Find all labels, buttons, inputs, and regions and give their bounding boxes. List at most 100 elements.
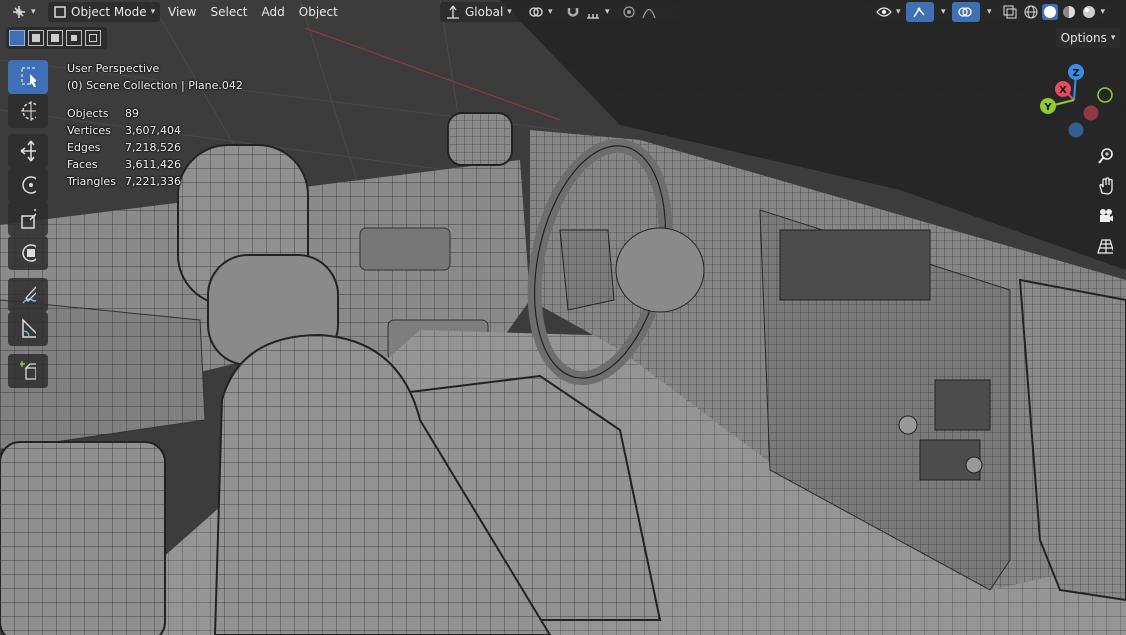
gizmo-toggle-group[interactable]: ▾ (906, 2, 956, 22)
select-invert-icon[interactable] (66, 30, 82, 46)
eye-icon (876, 4, 892, 20)
orientation-icon (445, 4, 461, 20)
chevron-down-icon: ▾ (896, 7, 901, 17)
zoom-magnifier-icon (1097, 148, 1113, 164)
negative-z-axis-handle[interactable] (1068, 122, 1084, 138)
stat-value: 7,221,336 (125, 175, 181, 188)
options-label: Options (1060, 31, 1107, 45)
measure-ruler-icon (20, 318, 36, 338)
viewport-header: ▾ Object Mode ▾ View Select Add Object G… (0, 0, 1126, 24)
pan-button[interactable] (1092, 173, 1118, 199)
transform-tool[interactable] (8, 236, 48, 270)
chevron-down-icon: ▾ (941, 7, 946, 17)
wireframe-shading-icon[interactable] (1023, 4, 1038, 20)
chevron-down-icon: ▾ (507, 7, 512, 17)
stat-row: Edges 7,218,526 (67, 139, 181, 156)
proportional-editing-group[interactable] (616, 2, 674, 22)
chevron-down-icon: ▾ (987, 7, 992, 17)
chevron-down-icon: ▾ (605, 7, 610, 17)
zoom-button[interactable] (1092, 143, 1118, 169)
cursor-icon (20, 101, 36, 121)
select-extend-icon[interactable] (28, 30, 44, 46)
gizmo-toggle-button[interactable] (906, 2, 934, 22)
x-axis-label: X (1059, 85, 1067, 96)
visibility-dropdown[interactable]: ▾ (871, 2, 907, 22)
stat-row: Vertices 3,607,404 (67, 122, 181, 139)
select-box-tool[interactable] (8, 60, 48, 94)
stat-label: Faces (67, 158, 98, 171)
annotate-pencil-icon (20, 286, 36, 304)
add-cube-icon (20, 361, 36, 380)
camera-view-button[interactable] (1092, 203, 1118, 229)
snapping-group[interactable]: ▾ (560, 2, 622, 22)
chevron-down-icon: ▾ (150, 7, 156, 17)
overlay-toggle-button[interactable] (952, 2, 980, 22)
chevron-down-icon: ▾ (1110, 33, 1116, 43)
select-new-icon[interactable] (9, 30, 25, 46)
xray-toggle[interactable] (998, 2, 1022, 22)
negative-x-axis-handle[interactable] (1083, 105, 1099, 121)
pivot-point-dropdown[interactable]: ▾ (523, 2, 565, 22)
stat-value: 3,607,404 (125, 124, 181, 137)
transform-icon (20, 244, 36, 262)
cursor-tool[interactable] (8, 94, 48, 128)
3d-viewport-icon (11, 4, 27, 20)
scale-tool[interactable] (8, 202, 48, 236)
x-axis-handle[interactable]: X (1055, 81, 1071, 97)
y-axis-handle[interactable]: Y (1040, 98, 1056, 114)
stat-value: 7,218,526 (125, 141, 181, 154)
xray-icon (1003, 4, 1017, 20)
stat-label: Objects (67, 107, 109, 120)
menu-add[interactable]: Add (255, 2, 292, 22)
measure-tool[interactable] (8, 312, 48, 346)
camera-icon (1097, 208, 1113, 224)
transform-orientation-dropdown[interactable]: Global ▾ (440, 2, 526, 22)
snap-increment-icon[interactable] (585, 4, 601, 20)
mode-selector[interactable]: Object Mode ▾ (48, 2, 160, 22)
rotate-tool[interactable] (8, 168, 48, 202)
overlay-toggle-group[interactable]: ▾ (952, 2, 1002, 22)
object-mode-icon (53, 4, 67, 20)
select-box-icon (20, 67, 36, 87)
3d-viewport[interactable] (0, 0, 1126, 635)
annotate-tool[interactable] (8, 278, 48, 312)
perspective-grid-icon (1097, 238, 1113, 254)
rendered-shading-icon[interactable] (1081, 4, 1096, 20)
car-interior-mesh-render[interactable] (0, 0, 1126, 635)
select-intersect-icon[interactable] (85, 30, 101, 46)
stat-value: 3,611,426 (125, 158, 181, 171)
chevron-down-icon: ▾ (548, 7, 553, 17)
stat-label: Vertices (67, 124, 111, 137)
shading-mode-group[interactable]: ▾ (1021, 2, 1107, 22)
rotate-icon (20, 176, 36, 194)
collection-label: (0) Scene Collection | Plane.042 (67, 79, 243, 92)
navigation-gizmo[interactable]: Z X Y (1034, 60, 1118, 140)
menu-view[interactable]: View (161, 2, 203, 22)
proportional-edit-icon[interactable] (621, 4, 637, 20)
viewport-info: User Perspective (0) Scene Collection | … (67, 60, 243, 94)
perspective-toggle-button[interactable] (1092, 233, 1118, 259)
stat-label: Edges (67, 141, 101, 154)
editor-type-button[interactable]: ▾ (6, 2, 41, 22)
options-dropdown[interactable]: Options ▾ (1056, 28, 1120, 48)
stat-value: 89 (125, 107, 139, 120)
y-axis-label: Y (1043, 102, 1052, 113)
overlay-icon (957, 4, 973, 20)
select-subtract-icon[interactable] (47, 30, 63, 46)
z-axis-handle[interactable]: Z (1068, 64, 1084, 80)
stat-label: Triangles (67, 175, 116, 188)
solid-shading-icon[interactable] (1042, 4, 1058, 20)
negative-y-axis-handle[interactable] (1097, 87, 1113, 103)
material-preview-icon[interactable] (1062, 4, 1077, 20)
scale-icon (20, 209, 36, 229)
menu-object[interactable]: Object (292, 2, 345, 22)
stat-row: Faces 3,611,426 (67, 156, 181, 173)
orientation-label: Global (465, 5, 504, 19)
hand-icon (1097, 177, 1113, 195)
add-cube-tool[interactable] (8, 354, 48, 388)
falloff-curve-icon[interactable] (641, 4, 657, 20)
menu-select[interactable]: Select (203, 2, 254, 22)
magnet-icon[interactable] (565, 4, 581, 20)
perspective-label: User Perspective (67, 62, 160, 75)
move-tool[interactable] (8, 134, 48, 168)
